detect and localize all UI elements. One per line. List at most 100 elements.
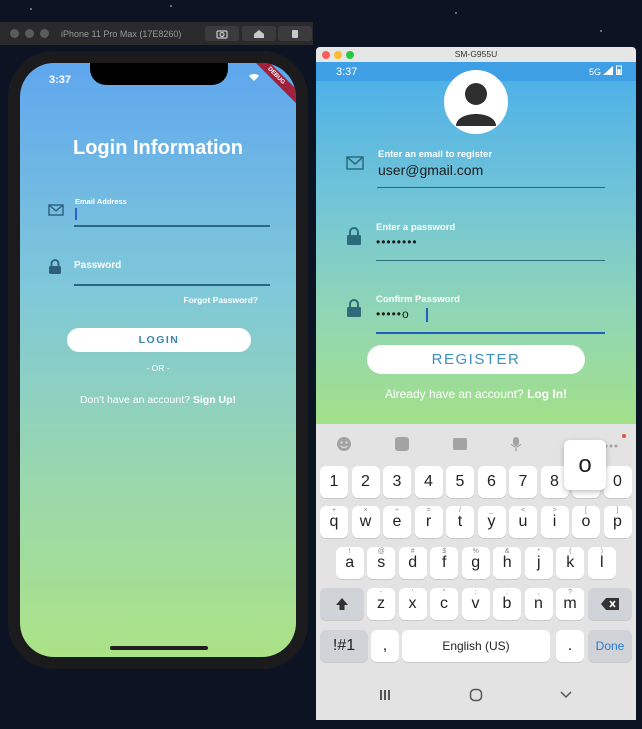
key-6[interactable]: 6 [477,466,506,498]
key-1[interactable]: 1 [320,466,348,498]
key-k[interactable]: (k [556,547,585,579]
mail-icon [346,156,364,175]
more-options-icon[interactable] [604,436,618,452]
key-l[interactable]: ) l [587,547,616,579]
key-i[interactable]: > i [540,506,569,538]
key-7[interactable]: 7 [509,466,537,498]
android-emulator-titlebar[interactable]: SM-G955U [316,47,636,62]
login-button[interactable]: LOGIN [67,328,251,352]
close-window-button[interactable] [10,29,19,38]
login-link[interactable]: Log In! [527,387,567,401]
key-f[interactable]: $ f [430,547,459,579]
key-hint: # [410,548,415,555]
key-e[interactable]: ÷ e [383,506,411,538]
ios-status-time: 3:37 [49,74,72,86]
minimize-window-button[interactable] [25,29,34,38]
key-z[interactable]: -z [367,588,395,620]
key-s[interactable]: @ s [367,547,396,579]
key-label: English (US) [442,639,510,653]
screenshot-button[interactable] [205,26,239,41]
register-email-label: Enter an email to register [378,149,493,160]
backspace-key[interactable] [588,588,632,620]
email-field[interactable]: Email Address [48,197,270,227]
key-b[interactable]: ; b [493,588,521,620]
key-label: Done [595,639,625,653]
key-label: y [487,513,496,530]
phone-notch [90,63,228,85]
key-label: b [502,595,512,612]
shift-key[interactable] [320,588,364,620]
confirm-password-label: Confirm Password [376,294,460,305]
key-r[interactable]: = r [414,506,443,538]
key-j[interactable]: * j [524,547,553,579]
key-d[interactable]: # d [398,547,427,579]
key-y[interactable]: _ y [477,506,506,538]
key-hint: @ [377,548,385,555]
register-button[interactable]: REGISTER [367,345,585,374]
key-t[interactable]: / t [446,506,474,538]
key-o[interactable]: [o [572,506,600,538]
key-label: x [408,595,417,612]
key-p[interactable]: ] p [603,506,632,538]
key-label: d [408,554,418,571]
key-w[interactable]: × w [351,506,380,538]
lock-icon [346,227,362,250]
key-label: c [440,595,448,612]
key-v[interactable]: :v [461,588,490,620]
avatar[interactable] [444,70,508,134]
register-password-field[interactable]: Enter a password •••••••• [346,220,606,262]
key-hint: - [379,589,383,596]
home-icon[interactable] [469,688,483,705]
gif-icon[interactable] [452,436,468,455]
password-field[interactable]: Password [48,257,270,287]
register-password-underline [376,260,605,261]
sticker-icon[interactable] [394,436,410,455]
space-key[interactable]: English (US) [402,630,550,662]
symbols-key[interactable]: !#1 [320,630,368,662]
rotate-button[interactable] [278,26,312,41]
key-h[interactable]: & h [493,547,522,579]
key-m[interactable]: ? m [556,588,584,620]
ios-simulator-titlebar[interactable]: iPhone 11 Pro Max (17E8260) [0,22,313,45]
zoom-window-button[interactable] [40,29,49,38]
signup-link[interactable]: Sign Up! [193,394,236,406]
key-g[interactable]: % g [461,547,490,579]
network-status: 5G [589,65,622,77]
android-status-time: 3:37 [336,65,358,78]
confirm-password-underline [376,332,605,334]
key-n[interactable]: ,n [524,588,553,620]
comma-key[interactable]: , [371,630,399,662]
register-email-field[interactable]: Enter an email to register user@gmail.co… [346,148,606,190]
key-5[interactable]: 5 [446,466,474,498]
login-prompt-text: Already have an account? [384,387,528,401]
key-4[interactable]: 4 [414,466,443,498]
key-a[interactable]: ! a [335,547,364,579]
email-underline [74,225,270,227]
text-cursor [75,208,77,220]
key-label: f [442,554,447,571]
key-x[interactable]: ' x [398,588,427,620]
signup-prompt: Don't have an account? Sign Up! [20,394,296,406]
key-2[interactable]: 2 [351,466,380,498]
key-c[interactable]: " c [430,588,458,620]
confirm-password-field[interactable]: Confirm Password •••••o [346,292,606,334]
emoji-icon[interactable] [336,436,352,455]
back-icon[interactable] [559,688,573,705]
key-u[interactable]: < u [509,506,537,538]
shift-icon [336,598,348,610]
key-0[interactable]: 0 [603,466,632,498]
key-label: u [518,513,528,530]
key-3[interactable]: 3 [383,466,411,498]
key-label: 4 [424,473,433,490]
done-key[interactable]: Done [588,630,632,662]
key-hint: = [426,507,431,514]
key-q[interactable]: + q [320,506,348,538]
forgot-password-link[interactable]: Forgot Password? [183,295,258,305]
microphone-icon[interactable] [510,436,522,455]
ios-window-title: iPhone 11 Pro Max (17E8260) [61,28,182,39]
period-key[interactable]: . [556,630,584,662]
rotate-icon [292,29,298,38]
home-button[interactable] [242,26,276,41]
recent-apps-icon[interactable] [378,688,392,705]
key-label: 2 [361,473,370,490]
